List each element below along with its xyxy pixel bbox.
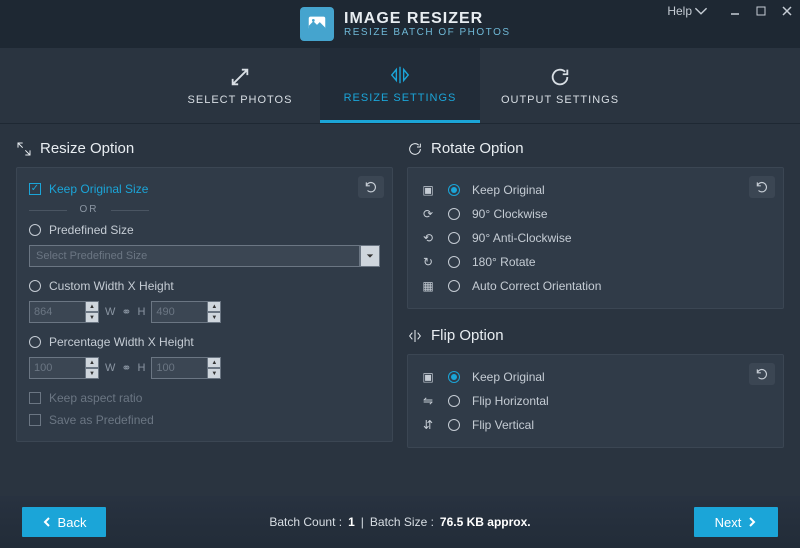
rotate-180-icon: ↻ [420,255,436,269]
predefined-size-select[interactable]: Select Predefined Size [29,245,360,267]
next-button[interactable]: Next [694,507,778,537]
keep-aspect-checkbox[interactable] [29,392,41,404]
percentage-size-radio[interactable] [29,336,41,348]
rotate-cw-label: 90° Clockwise [472,207,548,221]
percentage-height-input[interactable]: ▲▼ [151,357,221,379]
expand-icon [229,66,251,88]
rotate-icon [407,141,423,157]
back-button[interactable]: Back [22,507,106,537]
footer-bar: Back Batch Count : 1 | Batch Size : 76.5… [0,496,800,548]
keep-aspect-label: Keep aspect ratio [49,391,142,405]
tab-label: SELECT PHOTOS [188,94,293,106]
link-icon[interactable]: ⚭ [121,361,131,375]
maximize-button[interactable] [754,4,768,18]
rotate-ccw-icon: ⟲ [420,231,436,245]
batch-info: Batch Count : 1 | Batch Size : 76.5 KB a… [269,515,530,529]
keep-original-size-checkbox[interactable] [29,183,41,195]
tab-select-photos[interactable]: SELECT PHOTOS [160,48,320,123]
predefined-dropdown-button[interactable] [360,245,380,267]
flip-v-radio[interactable] [448,419,460,431]
app-subtitle: RESIZE BATCH OF PHOTOS [344,27,511,38]
or-divider: OR [29,204,149,215]
chevron-down-icon [366,252,374,260]
flip-keep-label: Keep Original [472,370,545,384]
save-predefined-checkbox[interactable] [29,414,41,426]
mirror-icon [389,64,411,86]
resize-arrows-icon [16,141,32,157]
custom-width-input[interactable]: ▲▼ [29,301,99,323]
tab-bar: SELECT PHOTOS RESIZE SETTINGS OUTPUT SET… [0,48,800,124]
undo-icon [755,367,769,381]
minimize-button[interactable] [728,4,742,18]
save-predefined-label: Save as Predefined [49,413,154,427]
keep-icon: ▣ [420,183,436,197]
tab-label: OUTPUT SETTINGS [501,94,619,106]
rotate-cw-radio[interactable] [448,208,460,220]
image-icon [306,13,328,35]
rotate-auto-radio[interactable] [448,280,460,292]
flip-panel: ▣ Keep Original ⇋ Flip Horizontal ⇵ Flip Ve… [407,354,784,448]
flip-v-label: Flip Vertical [472,418,534,432]
flip-v-icon: ⇵ [420,418,436,432]
app-title: IMAGE RESIZER [344,10,511,28]
rotate-keep-radio[interactable] [448,184,460,196]
undo-icon [755,180,769,194]
percentage-width-input[interactable]: ▲▼ [29,357,99,379]
flip-h-label: Flip Horizontal [472,394,549,408]
link-icon[interactable]: ⚭ [121,305,131,319]
reset-flip-button[interactable] [749,363,775,385]
custom-label: Custom Width X Height [49,279,174,293]
undo-icon [364,180,378,194]
chevron-left-icon [42,517,52,527]
rotate-ccw-radio[interactable] [448,232,460,244]
flip-section-title: Flip Option [407,321,784,354]
rotate-auto-label: Auto Correct Orientation [472,279,601,293]
flip-keep-radio[interactable] [448,371,460,383]
rotate-keep-label: Keep Original [472,183,545,197]
percentage-label: Percentage Width X Height [49,335,194,349]
rotate-cw-icon: ⟳ [420,207,436,221]
predefined-label: Predefined Size [49,223,134,237]
predefined-size-radio[interactable] [29,224,41,236]
reset-resize-button[interactable] [358,176,384,198]
rotate-180-radio[interactable] [448,256,460,268]
reset-rotate-button[interactable] [749,176,775,198]
rotate-ccw-label: 90° Anti-Clockwise [472,231,572,245]
tab-output-settings[interactable]: OUTPUT SETTINGS [480,48,640,123]
app-logo [300,7,334,41]
close-button[interactable] [780,4,794,18]
resize-section-title: Resize Option [16,134,393,167]
custom-size-radio[interactable] [29,280,41,292]
refresh-icon [549,66,571,88]
rotate-panel: ▣ Keep Original ⟳ 90° Clockwise ⟲ 90° Anti-… [407,167,784,309]
tab-label: RESIZE SETTINGS [344,92,457,104]
flip-icon [407,328,423,344]
keep-icon: ▣ [420,370,436,384]
w-label: W [105,306,115,318]
chevron-right-icon [747,517,757,527]
flip-h-icon: ⇋ [420,394,436,408]
resize-panel: Keep Original Size OR Predefined Size Se… [16,167,393,442]
w-label: W [105,362,115,374]
help-menu[interactable]: Help [667,4,708,18]
rotate-180-label: 180° Rotate [472,255,536,269]
auto-orient-icon: ▦ [420,279,436,293]
h-label: H [137,362,145,374]
flip-h-radio[interactable] [448,395,460,407]
custom-height-input[interactable]: ▲▼ [151,301,221,323]
rotate-section-title: Rotate Option [407,134,784,167]
title-bar: IMAGE RESIZER RESIZE BATCH OF PHOTOS Hel… [0,0,800,48]
h-label: H [137,306,145,318]
keep-original-label: Keep Original Size [49,182,148,196]
tab-resize-settings[interactable]: RESIZE SETTINGS [320,48,480,123]
chevron-down-icon [694,4,708,18]
